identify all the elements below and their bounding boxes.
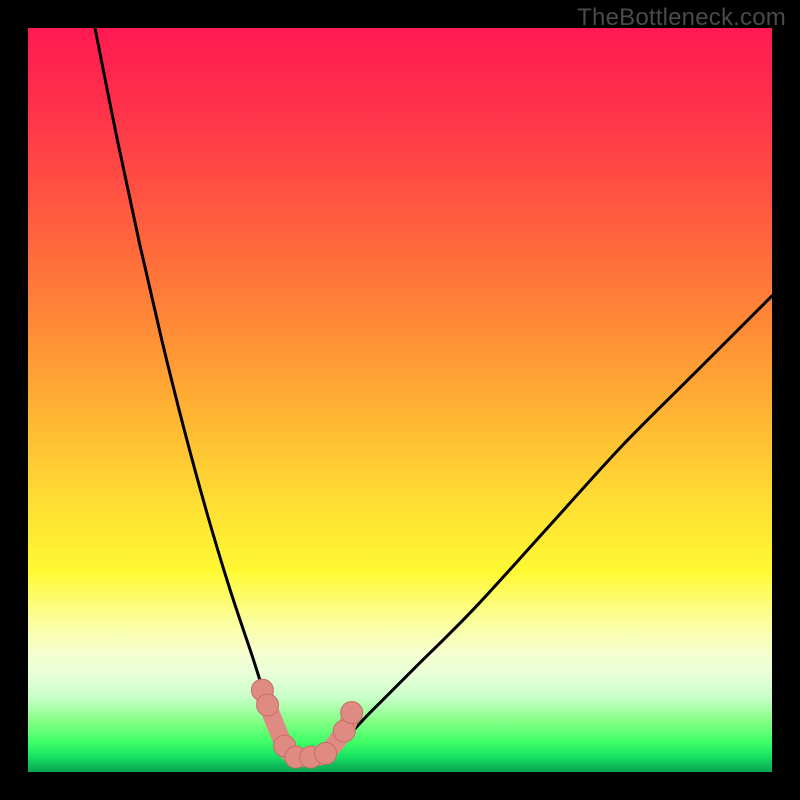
curve-layer — [28, 28, 772, 772]
chart-frame: TheBottleneck.com — [0, 0, 800, 800]
data-marker — [257, 694, 279, 716]
bottleneck-curve — [95, 28, 772, 757]
watermark-text: TheBottleneck.com — [577, 4, 786, 32]
data-marker — [341, 701, 363, 723]
data-marker — [315, 742, 337, 764]
plot-area — [28, 28, 772, 772]
